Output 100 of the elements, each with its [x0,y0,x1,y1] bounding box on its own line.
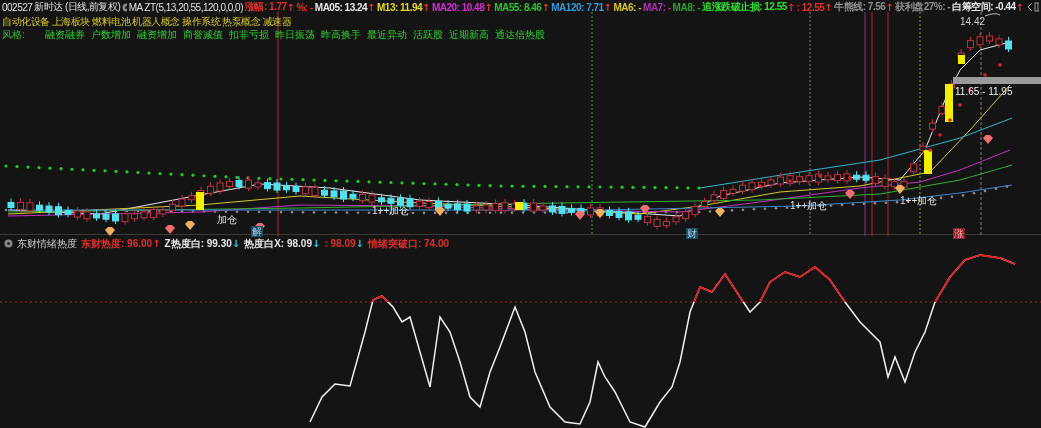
candlestick [748,178,756,194]
candlestick [558,201,566,217]
candlestick [653,214,661,230]
indicator-reading: 东财热度: 96.00 [81,236,153,251]
candlestick [368,190,376,206]
signal-bar [515,202,523,210]
candlestick [425,197,433,212]
stock-code: 002527 [2,1,33,13]
trend-arrow: ↑ [484,1,493,13]
trend-arrow: ↑ [541,1,550,13]
chart-annotation: 14.42 [960,16,986,27]
candlestick [321,185,328,199]
candlestick [482,200,490,214]
style-tag: 融资融券 [44,28,85,42]
candlestick [159,205,167,218]
candlestick [530,198,537,215]
candlestick [311,183,319,199]
candlestick [634,210,642,223]
candlestick [501,198,509,215]
panel-icon[interactable] [1034,2,1039,12]
candlestick [492,199,499,215]
candlestick [672,212,680,226]
style-tag: 户数增加 [90,28,131,42]
indicator-reading: MA55: 8.46 [494,1,542,13]
candlestick [17,197,24,213]
candlestick [682,207,689,223]
candlestick [454,199,461,214]
candlestick [131,209,138,223]
candlestick [938,102,946,117]
candlestick [805,171,813,186]
candlestick [568,203,575,216]
candlestick [625,207,632,224]
settings-icon[interactable] [122,2,127,12]
style-label: 风格: [2,28,25,42]
candlestick [976,32,984,49]
candlestick [102,209,110,223]
candlestick [881,173,889,190]
candlestick [663,217,670,229]
diamond-icon[interactable] [1027,2,1033,12]
candlestick [967,36,974,52]
candlestick [644,212,651,227]
indicator-reading: : 12.55 [796,1,825,13]
stock-name: 新时达 [34,0,63,14]
trend-arrow: ↓ [231,238,241,249]
candlestick [872,172,879,188]
style-tag: 昨日振荡 [274,28,315,42]
trend-arrow: ↑ [152,238,161,249]
trend-arrow: ↑ [1015,1,1024,13]
gem-icon [640,205,650,214]
indicator-reading: MA05: 13.24 [314,1,368,13]
candlestick [83,207,91,223]
candlestick [862,170,870,184]
gem-icon [435,207,445,216]
trend-arrow: ↑ [786,1,795,13]
candlestick [710,190,718,205]
candlestick [74,206,81,221]
candlestick [796,172,803,186]
style-tag: 近期新高 [448,28,489,42]
signal-bar [924,150,932,174]
candlestick [739,180,746,195]
candlestick [1005,36,1012,53]
candlestick [283,181,290,194]
chart-annotation: 涨 [953,228,965,239]
indicator-reading: 白筹空间: -0.44 [952,0,1016,14]
settings-icon[interactable] [4,239,13,248]
trend-arrow: ↓ [312,238,321,249]
candlestick [273,178,281,194]
candlestick [929,118,936,133]
indicator-reading: MA7: - [643,1,671,13]
candlestick [169,199,176,214]
candlestick [606,206,613,219]
chart-annotation: 加仓 [217,214,237,225]
candlestick [359,189,366,204]
candlestick [55,202,62,219]
candlestick [45,201,53,216]
concept-list: 自动化设备 上海板块 燃料电池 机器人概念 操作系统 热泵概念 减速器 [2,15,292,27]
chart-annotation: 11.65 - 11.95 [955,86,1013,97]
candlestick [7,198,15,211]
candlestick [207,181,214,197]
trend-arrow: ↓ [355,238,364,249]
indicator-reading: M13: 11.94 [377,1,423,13]
candlestick [378,193,385,206]
candlestick [416,196,423,210]
candlestick [216,178,224,195]
indicator-reading: 涨幅: 1.77 [245,0,287,14]
candlestick [235,175,243,190]
candlestick [834,170,841,185]
indicator-reading: MA8: - [672,1,701,13]
style-tag: 活跃股 [412,28,443,42]
candlestick [330,186,338,201]
candlestick [549,201,556,216]
candlestick [121,209,129,226]
gem-icon [983,135,993,144]
trend-arrow: ↑ [885,1,894,13]
candlestick [729,184,737,197]
candlestick [302,182,309,198]
gem-icon [105,227,115,236]
candlestick [701,196,708,210]
indicator-reading: MA120: 7.71 [551,1,604,13]
indicator-reading: MA6: - [613,1,642,13]
